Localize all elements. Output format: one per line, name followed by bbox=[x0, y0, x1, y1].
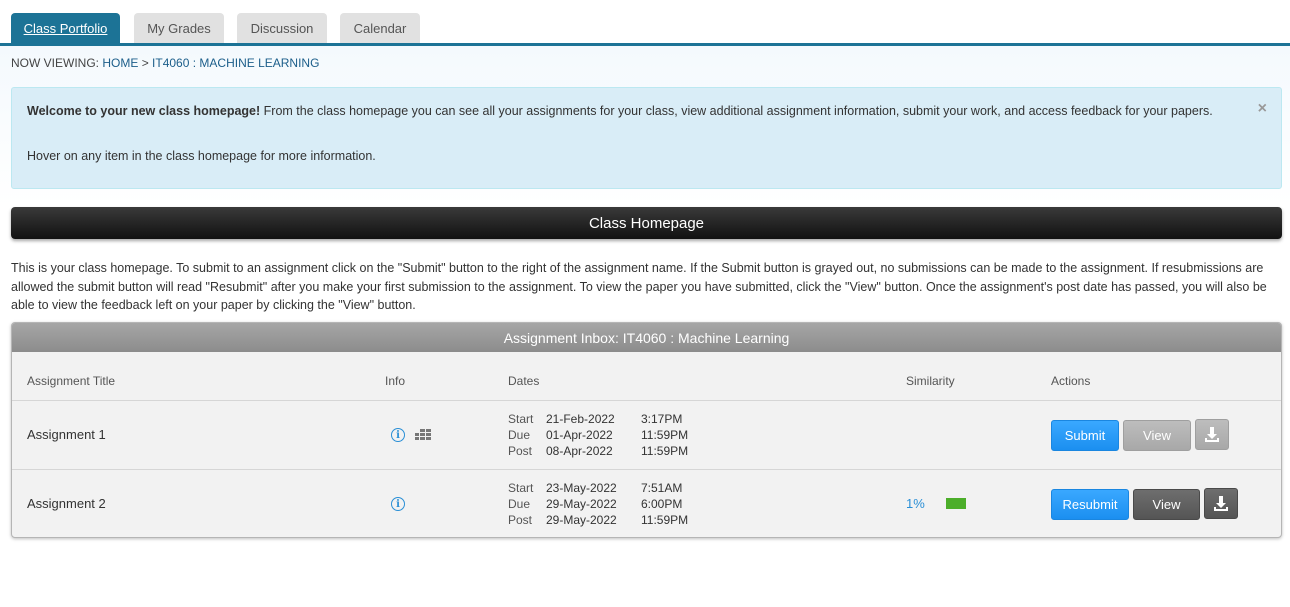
info-icon[interactable]: i bbox=[391, 428, 405, 442]
post-label: Post bbox=[508, 513, 533, 527]
column-header-info: Info bbox=[385, 374, 406, 388]
assignment-inbox-title: Assignment Inbox: IT4060 : Machine Learn… bbox=[12, 323, 1281, 352]
start-label: Start bbox=[508, 412, 534, 426]
view-button[interactable]: View bbox=[1123, 420, 1191, 451]
post-date: 08-Apr-2022 bbox=[546, 444, 613, 458]
tab-my-grades[interactable]: My Grades bbox=[134, 13, 224, 43]
assignment-dates: Start 23-May-2022 7:51AM Due 29-May-2022 6:0… bbox=[508, 480, 688, 528]
column-header-similarity: Similarity bbox=[906, 374, 955, 388]
start-date: 21-Feb-2022 bbox=[546, 412, 615, 426]
tab-discussion[interactable]: Discussion bbox=[237, 13, 327, 43]
post-date: 29-May-2022 bbox=[546, 513, 617, 527]
post-label: Post bbox=[508, 444, 533, 458]
info-icon[interactable]: i bbox=[391, 497, 405, 511]
column-header-title: Assignment Title bbox=[27, 374, 116, 388]
homepage-instructions: This is your class homepage. To submit t… bbox=[11, 261, 1267, 312]
welcome-alert: Welcome to your new class homepage! From… bbox=[11, 87, 1282, 189]
due-label: Due bbox=[508, 428, 531, 442]
breadcrumb-home-link[interactable]: HOME bbox=[102, 56, 138, 70]
submit-button[interactable]: Submit bbox=[1051, 420, 1119, 451]
welcome-heading: Welcome to your new class homepage! bbox=[27, 104, 261, 118]
row-divider bbox=[12, 469, 1281, 470]
breadcrumb: NOW VIEWING: HOME > IT4060 : MACHINE LEA… bbox=[11, 56, 319, 70]
assignment-title: Assignment 1 bbox=[27, 427, 106, 442]
start-label: Start bbox=[508, 481, 534, 495]
post-time: 11:59PM bbox=[641, 513, 689, 527]
welcome-hover-hint: Hover on any item in the class homepage … bbox=[27, 149, 376, 163]
breadcrumb-separator: > bbox=[141, 56, 149, 70]
due-time: 11:59PM bbox=[641, 428, 689, 442]
assignment-inbox: Assignment Inbox: IT4060 : Machine Learn… bbox=[11, 322, 1282, 538]
grid-icon[interactable] bbox=[415, 429, 431, 441]
start-date: 23-May-2022 bbox=[546, 481, 617, 495]
breadcrumb-current-class[interactable]: IT4060 : MACHINE LEARNING bbox=[152, 56, 319, 70]
post-time: 11:59PM bbox=[641, 444, 689, 458]
row-divider bbox=[12, 400, 1281, 401]
download-icon bbox=[1214, 495, 1228, 511]
tab-calendar[interactable]: Calendar bbox=[340, 13, 420, 43]
resubmit-button[interactable]: Resubmit bbox=[1051, 489, 1129, 520]
similarity-score-link[interactable]: 1% bbox=[906, 496, 925, 511]
class-homepage-header: Class Homepage bbox=[11, 207, 1282, 239]
close-icon[interactable]: × bbox=[1258, 100, 1267, 118]
start-time: 3:17PM bbox=[641, 412, 683, 426]
view-button[interactable]: View bbox=[1133, 489, 1200, 520]
due-date: 29-May-2022 bbox=[546, 497, 617, 511]
assignment-title: Assignment 2 bbox=[27, 496, 106, 511]
breadcrumb-prefix: NOW VIEWING: bbox=[11, 56, 99, 70]
due-time: 6:00PM bbox=[641, 497, 683, 511]
column-header-dates: Dates bbox=[508, 374, 540, 388]
download-button[interactable] bbox=[1204, 488, 1238, 519]
download-icon bbox=[1205, 426, 1219, 442]
start-time: 7:51AM bbox=[641, 481, 683, 495]
download-button[interactable] bbox=[1195, 419, 1229, 450]
welcome-text: From the class homepage you can see all … bbox=[260, 104, 1213, 118]
due-date: 01-Apr-2022 bbox=[546, 428, 613, 442]
tab-bar: Class Portfolio My Grades Discussion Cal… bbox=[0, 0, 1290, 46]
due-label: Due bbox=[508, 497, 531, 511]
similarity-color-indicator bbox=[946, 498, 966, 509]
assignment-dates: Start 21-Feb-2022 3:17PM Due 01-Apr-2022 11:… bbox=[508, 411, 688, 459]
column-header-actions: Actions bbox=[1051, 374, 1091, 388]
welcome-message: Welcome to your new class homepage! From… bbox=[27, 102, 1227, 120]
tab-class-portfolio[interactable]: Class Portfolio bbox=[11, 13, 120, 43]
